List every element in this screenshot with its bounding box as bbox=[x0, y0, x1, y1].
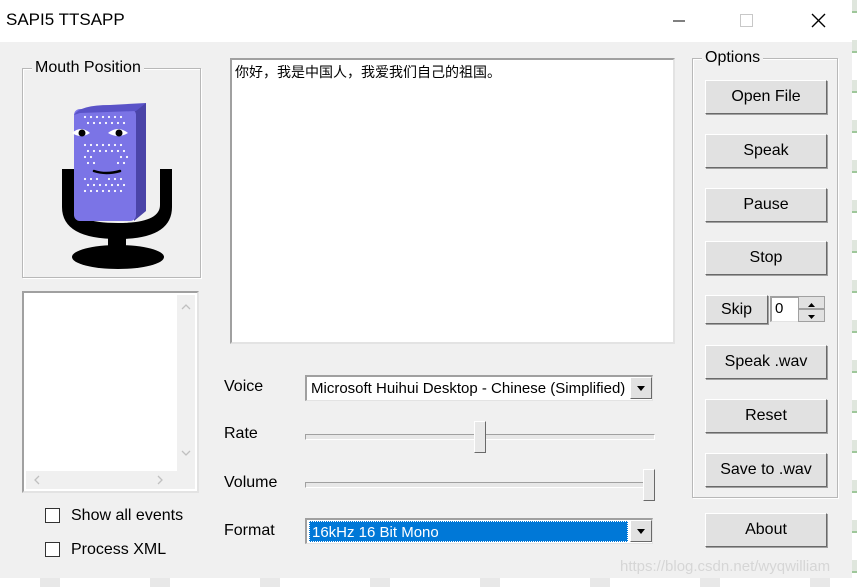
rate-slider-thumb[interactable] bbox=[474, 421, 486, 453]
options-legend: Options bbox=[702, 49, 764, 67]
show-all-events-checkbox[interactable] bbox=[45, 508, 60, 523]
volume-label: Volume bbox=[224, 474, 278, 491]
scroll-right-icon bbox=[157, 475, 163, 485]
events-listbox[interactable] bbox=[22, 291, 199, 493]
process-xml-checkbox[interactable] bbox=[45, 542, 60, 557]
speak-wav-button[interactable]: Speak .wav bbox=[705, 345, 827, 379]
show-all-events-label: Show all events bbox=[71, 507, 184, 524]
volume-slider-track[interactable] bbox=[305, 482, 655, 488]
stop-button[interactable]: Stop bbox=[705, 241, 827, 275]
chevron-down-icon bbox=[637, 529, 645, 534]
skip-count-down-button[interactable] bbox=[798, 309, 825, 322]
process-xml-label: Process XML bbox=[71, 541, 167, 558]
pause-button[interactable]: Pause bbox=[705, 188, 827, 222]
scroll-left-icon bbox=[34, 475, 40, 485]
save-to-wav-button[interactable]: Save to .wav bbox=[705, 453, 827, 487]
background-window-bottom bbox=[0, 578, 852, 587]
speak-button[interactable]: Speak bbox=[705, 134, 827, 168]
volume-slider-thumb[interactable] bbox=[643, 469, 655, 501]
close-icon[interactable] bbox=[795, 0, 841, 42]
rate-label: Rate bbox=[224, 425, 258, 442]
format-select[interactable]: 16kHz 16 Bit Mono bbox=[305, 518, 653, 544]
about-button[interactable]: About bbox=[705, 513, 827, 547]
skip-count-up-button[interactable] bbox=[798, 296, 825, 309]
watermark-text: https://blog.csdn.net/wyqwilliam bbox=[620, 558, 831, 575]
voice-value: Microsoft Huihui Desktop - Chinese (Simp… bbox=[311, 380, 626, 397]
scroll-up-icon bbox=[181, 304, 191, 310]
open-file-button[interactable]: Open File bbox=[705, 80, 827, 114]
format-label: Format bbox=[224, 522, 275, 539]
microphone-character-icon bbox=[62, 103, 172, 269]
scroll-corner bbox=[177, 471, 195, 489]
maximize-icon bbox=[723, 0, 769, 42]
reset-button[interactable]: Reset bbox=[705, 399, 827, 433]
spin-down-icon bbox=[808, 315, 815, 319]
mouth-position-legend: Mouth Position bbox=[32, 59, 144, 77]
background-window-edge bbox=[852, 0, 857, 587]
app-window: SAPI5 TTSAPP Mouth Position Show all eve… bbox=[0, 0, 853, 587]
chevron-down-icon bbox=[637, 386, 645, 391]
scroll-down-icon bbox=[181, 450, 191, 456]
format-dropdown-arrow[interactable] bbox=[630, 520, 652, 542]
speech-text-area[interactable]: 你好，我是中国人，我爱我们自己的祖国。 bbox=[230, 58, 675, 344]
minimize-icon[interactable] bbox=[656, 0, 702, 42]
skip-count-input[interactable]: 0 bbox=[770, 296, 798, 322]
vertical-scrollbar[interactable] bbox=[177, 295, 195, 471]
title-bar[interactable]: SAPI5 TTSAPP bbox=[0, 0, 852, 42]
mouth-position-group: Mouth Position bbox=[22, 59, 201, 278]
horizontal-scrollbar[interactable] bbox=[26, 471, 177, 489]
format-value: 16kHz 16 Bit Mono bbox=[309, 521, 628, 542]
voice-dropdown-arrow[interactable] bbox=[630, 377, 652, 399]
skip-button[interactable]: Skip bbox=[705, 295, 768, 324]
voice-select[interactable]: Microsoft Huihui Desktop - Chinese (Simp… bbox=[305, 375, 653, 401]
window-title: SAPI5 TTSAPP bbox=[6, 10, 125, 29]
voice-label: Voice bbox=[224, 378, 264, 395]
speech-text: 你好，我是中国人，我爱我们自己的祖国。 bbox=[235, 65, 501, 81]
